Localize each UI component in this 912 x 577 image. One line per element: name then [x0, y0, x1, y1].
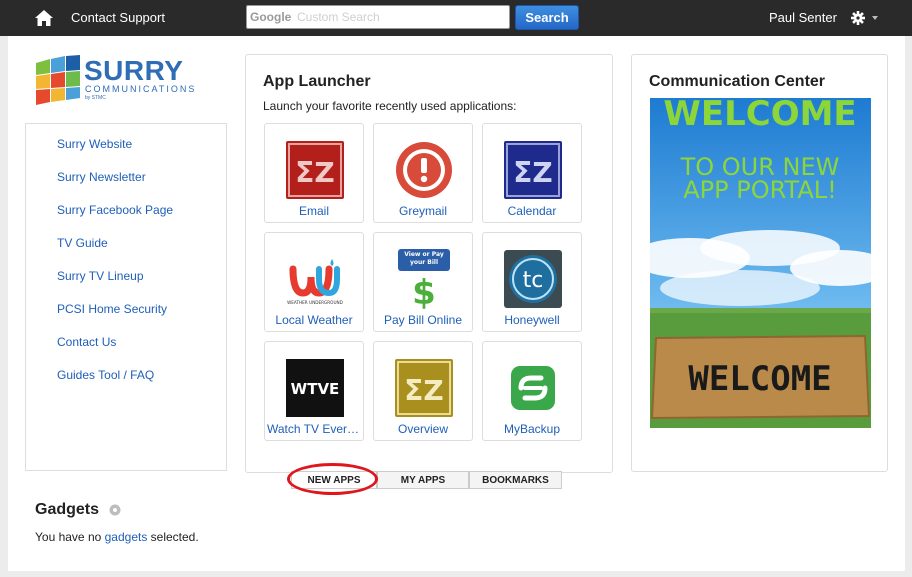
- weather-underground-icon-text: WEATHER UNDERGROUND: [287, 300, 343, 305]
- sidebar-item-surry-website[interactable]: Surry Website: [57, 137, 132, 151]
- wtve-icon: WTVE: [286, 359, 344, 417]
- app-tile-greymail[interactable]: Greymail: [373, 123, 473, 223]
- ez-calendar-icon: ΣZ: [504, 141, 562, 199]
- sidebar-item-guides-faq[interactable]: Guides Tool / FAQ: [57, 368, 154, 382]
- greymail-icon: [396, 142, 452, 198]
- app-label: Watch TV Everywhere: [267, 422, 361, 436]
- app-tile-pay-bill[interactable]: View or Pay your Bill $ Pay Bill Online: [373, 232, 473, 332]
- app-label: MyBackup: [503, 422, 561, 436]
- ez-overview-icon: ΣZ: [395, 359, 453, 417]
- svg-text:WTVE: WTVE: [291, 380, 340, 398]
- search-button[interactable]: Search: [515, 5, 579, 30]
- weather-underground-icon: WEATHER UNDERGROUND: [287, 259, 343, 305]
- communication-center-panel: Communication Center WELCOME TO OUR NEW …: [631, 54, 888, 472]
- app-tile-overview[interactable]: ΣZ Overview: [373, 341, 473, 441]
- pay-bill-icon: View or Pay your Bill $: [398, 249, 450, 309]
- app-label: Email: [298, 204, 329, 218]
- ez-email-icon: ΣZ: [286, 141, 344, 199]
- app-tile-calendar[interactable]: ΣZ Calendar: [482, 123, 582, 223]
- svg-text:ΣZ: ΣZ: [513, 156, 552, 189]
- svg-text:ΣZ: ΣZ: [404, 374, 443, 407]
- user-name-menu[interactable]: Paul Senter: [769, 10, 837, 25]
- welcome-line-3: APP PORTAL!: [683, 176, 837, 204]
- app-launcher-subtitle: Launch your favorite recently used appli…: [263, 99, 517, 113]
- gadgets-title: Gadgets: [35, 501, 100, 518]
- google-search-brand: Google: [250, 10, 292, 24]
- sidebar-item-home-security[interactable]: PCSI Home Security: [57, 302, 167, 316]
- app-label: Overview: [397, 422, 448, 436]
- gadgets-message: You have no gadgets selected.: [35, 530, 199, 544]
- sidebar-links: Surry Website Surry Newsletter Surry Fac…: [25, 123, 227, 471]
- gadgets-link[interactable]: gadgets: [105, 530, 148, 544]
- search-input[interactable]: [297, 9, 502, 25]
- app-label: Pay Bill Online: [383, 313, 463, 327]
- tab-bookmarks[interactable]: BOOKMARKS: [469, 471, 562, 489]
- tab-my-apps[interactable]: MY APPS: [377, 471, 469, 489]
- app-launcher-title: App Launcher: [263, 73, 371, 90]
- pay-bill-icon-text: View or Pay your Bill: [404, 251, 444, 266]
- app-tile-honeywell[interactable]: tc Honeywell: [482, 232, 582, 332]
- app-label: Honeywell: [504, 313, 560, 327]
- gadgets-settings-icon[interactable]: [109, 504, 121, 516]
- app-tile-local-weather[interactable]: WEATHER UNDERGROUND Local Weather: [264, 232, 364, 332]
- logo-subtitle: COMMUNICATIONS: [85, 84, 197, 94]
- svg-text:ΣZ: ΣZ: [295, 156, 334, 189]
- mybackup-icon: [511, 366, 555, 410]
- app-tile-watch-tv[interactable]: WTVE Watch TV Everywhere: [264, 341, 364, 441]
- app-launcher-panel: App Launcher Launch your favorite recent…: [245, 54, 613, 473]
- welcome-banner-image[interactable]: WELCOME TO OUR NEW APP PORTAL! WELCOME: [650, 98, 871, 428]
- app-tile-email[interactable]: ΣZ Email: [264, 123, 364, 223]
- top-bar: Contact Support Google Search Paul Sente…: [0, 0, 912, 36]
- sidebar-item-tv-guide[interactable]: TV Guide: [57, 236, 108, 250]
- tab-new-apps[interactable]: NEW APPS: [291, 471, 377, 489]
- sidebar-item-contact-us[interactable]: Contact Us: [57, 335, 116, 349]
- settings-gear-dropdown-icon[interactable]: [850, 9, 882, 27]
- home-icon[interactable]: [34, 8, 54, 28]
- logo-mark: [36, 55, 80, 105]
- welcome-headline: WELCOME: [663, 98, 856, 134]
- logo-byline: by STMC: [85, 95, 106, 101]
- svg-text:tc: tc: [523, 268, 544, 293]
- sidebar-item-facebook-page[interactable]: Surry Facebook Page: [57, 203, 173, 217]
- honeywell-tc-icon: tc: [504, 250, 562, 308]
- app-label: Greymail: [398, 204, 447, 218]
- sidebar-item-tv-lineup[interactable]: Surry TV Lineup: [57, 269, 144, 283]
- app-label: Local Weather: [275, 313, 353, 327]
- doormat-text: WELCOME: [688, 359, 831, 399]
- gadgets-text-after: selected.: [147, 530, 199, 544]
- logo-title: SURRY: [84, 55, 184, 86]
- surry-communications-logo[interactable]: SURRY COMMUNICATIONS by STMC: [36, 55, 216, 107]
- app-tile-mybackup[interactable]: MyBackup: [482, 341, 582, 441]
- app-label: Calendar: [507, 204, 557, 218]
- sidebar-item-surry-newsletter[interactable]: Surry Newsletter: [57, 170, 146, 184]
- search-box[interactable]: Google: [246, 5, 510, 29]
- gadgets-text-before: You have no: [35, 530, 105, 544]
- communication-center-title: Communication Center: [649, 73, 826, 90]
- svg-text:$: $: [412, 273, 436, 309]
- contact-support-link[interactable]: Contact Support: [71, 10, 165, 25]
